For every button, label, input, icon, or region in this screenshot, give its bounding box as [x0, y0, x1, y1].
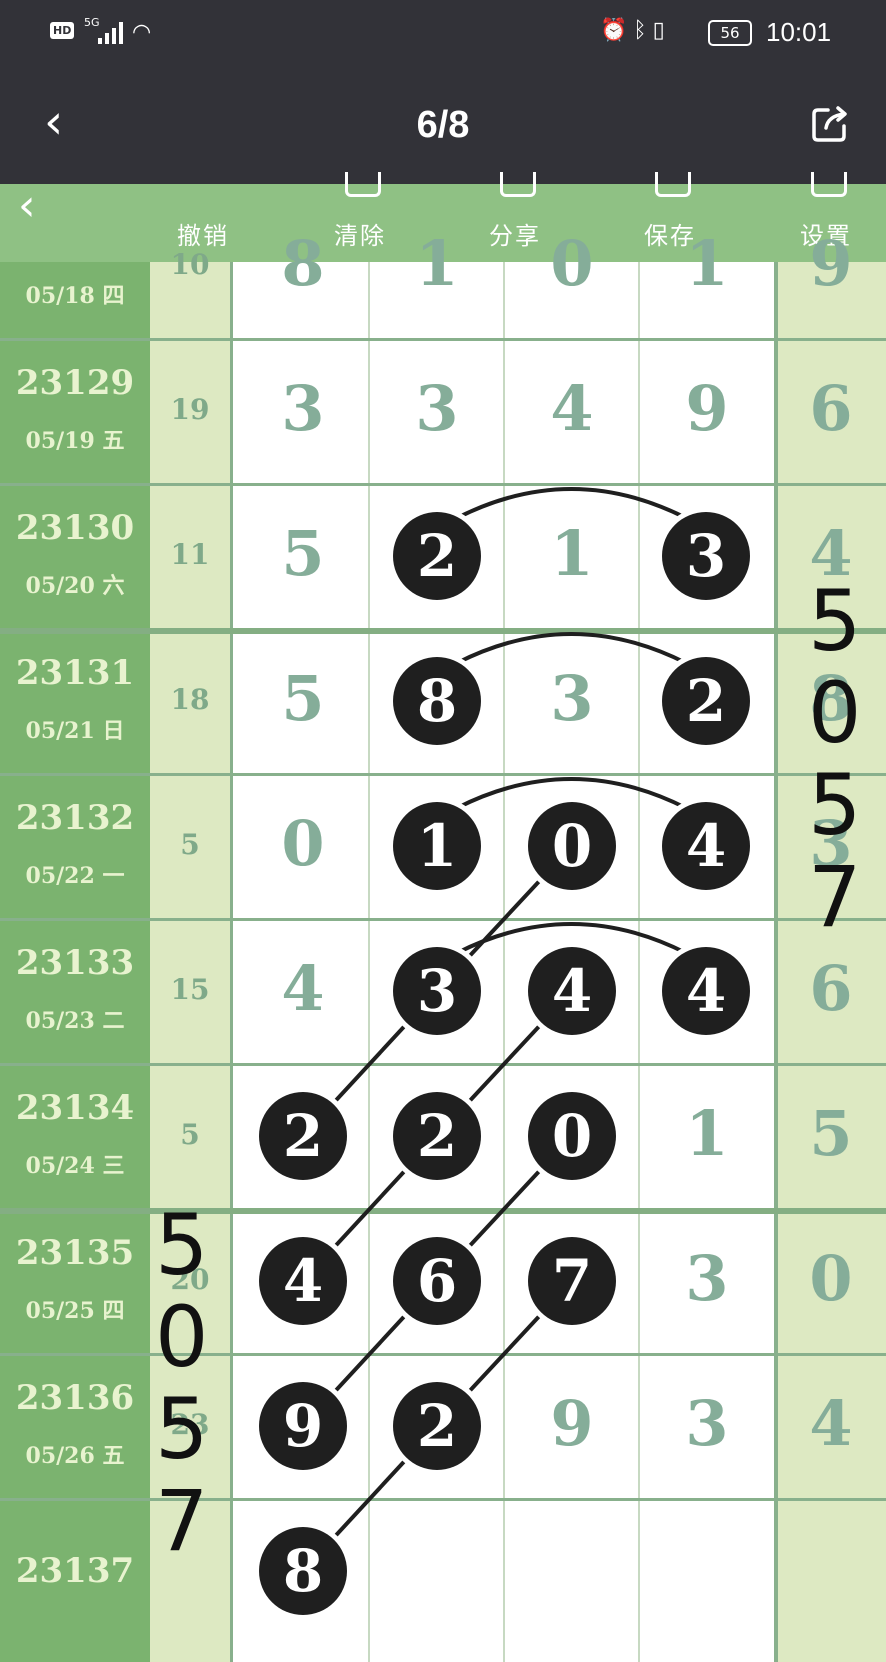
- issue-number: 23132: [15, 798, 135, 838]
- issue-number: 23136: [15, 1378, 135, 1418]
- digit-sum: 11: [170, 538, 210, 571]
- table-row: 2313405/24 三522015: [0, 1064, 886, 1209]
- lottery-grid: 05/18 四 10 8 1 0 1 9 23129 05/19 五 19 3 3 4 9 6 23130 05…: [0, 227, 886, 1662]
- digit-cell[interactable]: 8: [236, 224, 370, 304]
- digit-cell[interactable]: 0: [236, 804, 370, 884]
- page-title: 6/8: [416, 104, 470, 146]
- battery-indicator: 56: [708, 20, 752, 46]
- right-digit: 9: [809, 227, 853, 300]
- digit-cell[interactable]: 3: [505, 659, 639, 739]
- issue-number: 23134: [15, 1088, 135, 1128]
- right-digit: 6: [809, 952, 853, 1025]
- issue-number: 23137: [15, 1551, 135, 1591]
- right-digit: 0: [809, 1242, 853, 1315]
- table-row: 2313505/25 四2046730: [0, 1209, 886, 1354]
- issue-number: 23129: [15, 363, 135, 403]
- issue-date: 05/22 一: [25, 863, 125, 889]
- digit-cell[interactable]: 5: [236, 514, 370, 594]
- digit-sum: 5: [180, 828, 200, 861]
- digit-sum: 5: [180, 1118, 200, 1151]
- handwriting-left-4: 7: [155, 1472, 209, 1570]
- row-divider: [0, 1353, 886, 1356]
- issue-number: 23130: [15, 508, 135, 548]
- digit-cell[interactable]: 1: [640, 224, 774, 304]
- digit-cell[interactable]: 1: [640, 1094, 774, 1174]
- table-row: 2313105/21 日1858328: [0, 629, 886, 774]
- handwriting-left-3: 5: [155, 1380, 209, 1478]
- table-row: 2313605/26 五2392934: [0, 1354, 886, 1499]
- row-divider: [0, 1498, 886, 1501]
- handwriting-right-1: 5: [808, 572, 862, 670]
- issue-date: 05/20 六: [25, 573, 125, 599]
- table-row: 2313305/23 二1543446: [0, 919, 886, 1064]
- digit-cell[interactable]: 3: [236, 369, 370, 449]
- handwriting-right-2: 0: [808, 664, 862, 762]
- row-divider: [0, 628, 886, 634]
- digit-cell[interactable]: 0: [505, 224, 639, 304]
- row-divider: [0, 483, 886, 486]
- digit-cell[interactable]: 3: [640, 1239, 774, 1319]
- digit-cell[interactable]: 5: [236, 659, 370, 739]
- right-digit: 6: [809, 372, 853, 445]
- issue-number: 23135: [15, 1233, 135, 1273]
- digit-cell[interactable]: 1: [505, 514, 639, 594]
- issue-date: 05/23 二: [25, 1008, 125, 1034]
- issue-date: 05/24 三: [25, 1153, 125, 1179]
- undo-icon: [188, 172, 218, 194]
- digit-cell[interactable]: 1: [370, 224, 504, 304]
- table-row: 23129 05/19 五 19 3 3 4 9 6: [0, 339, 886, 484]
- digit-cell[interactable]: 3: [640, 1384, 774, 1464]
- digit-sum: 10: [170, 248, 210, 281]
- alarm-icon: ⏰: [600, 18, 634, 43]
- issue-date: 05/26 五: [25, 1443, 125, 1469]
- digit-cell[interactable]: 4: [505, 369, 639, 449]
- row-divider: [0, 1063, 886, 1066]
- right-digit: 5: [809, 1097, 853, 1170]
- table-row: 2313205/22 一501043: [0, 774, 886, 919]
- table-row: 231378: [0, 1499, 886, 1644]
- digit-cell[interactable]: 4: [236, 949, 370, 1029]
- table-row: 2313005/20 六1152134: [0, 484, 886, 629]
- issue-date: 05/18 四: [25, 283, 125, 309]
- handwriting-right-3: 5: [808, 756, 862, 854]
- row-divider: [0, 338, 886, 341]
- issue-date: 05/19 五: [25, 428, 125, 454]
- bluetooth-icon: ᛒ: [633, 18, 653, 43]
- signal-bars-icon: [98, 22, 123, 44]
- share-icon[interactable]: [810, 104, 850, 144]
- row-divider: [0, 1208, 886, 1214]
- row-divider: [0, 918, 886, 921]
- issue-date: 05/25 四: [25, 1298, 125, 1324]
- vibrate-icon: ▯: [652, 18, 671, 43]
- issue-date: 05/21 日: [25, 718, 125, 744]
- digit-sum: 18: [170, 683, 210, 716]
- row-divider: [0, 773, 886, 776]
- issue-number: 23131: [15, 653, 135, 693]
- table-row: 05/18 四 10 8 1 0 1 9: [0, 194, 886, 339]
- digit-cell[interactable]: 9: [505, 1384, 639, 1464]
- issue-number: 23133: [15, 943, 135, 983]
- handwriting-left-1: 5: [155, 1196, 209, 1294]
- app-header: ‹ 6/8: [0, 68, 886, 184]
- handwriting-left-2: 0: [155, 1288, 209, 1386]
- wifi-icon: ◠: [132, 20, 152, 45]
- hd-badge: HD: [50, 22, 75, 39]
- digit-cell[interactable]: 9: [640, 369, 774, 449]
- handwriting-right-4: 7: [808, 848, 862, 946]
- digit-cell[interactable]: 3: [370, 369, 504, 449]
- digit-sum: 15: [170, 973, 210, 1006]
- digit-sum: 19: [170, 393, 210, 426]
- status-icons: ⏰ᛒ▯: [600, 18, 671, 43]
- status-bar: HD 5G ◠ ⏰ᛒ▯ 56 10:01: [0, 0, 886, 68]
- right-digit: 4: [809, 1387, 853, 1460]
- clock: 10:01: [766, 17, 832, 47]
